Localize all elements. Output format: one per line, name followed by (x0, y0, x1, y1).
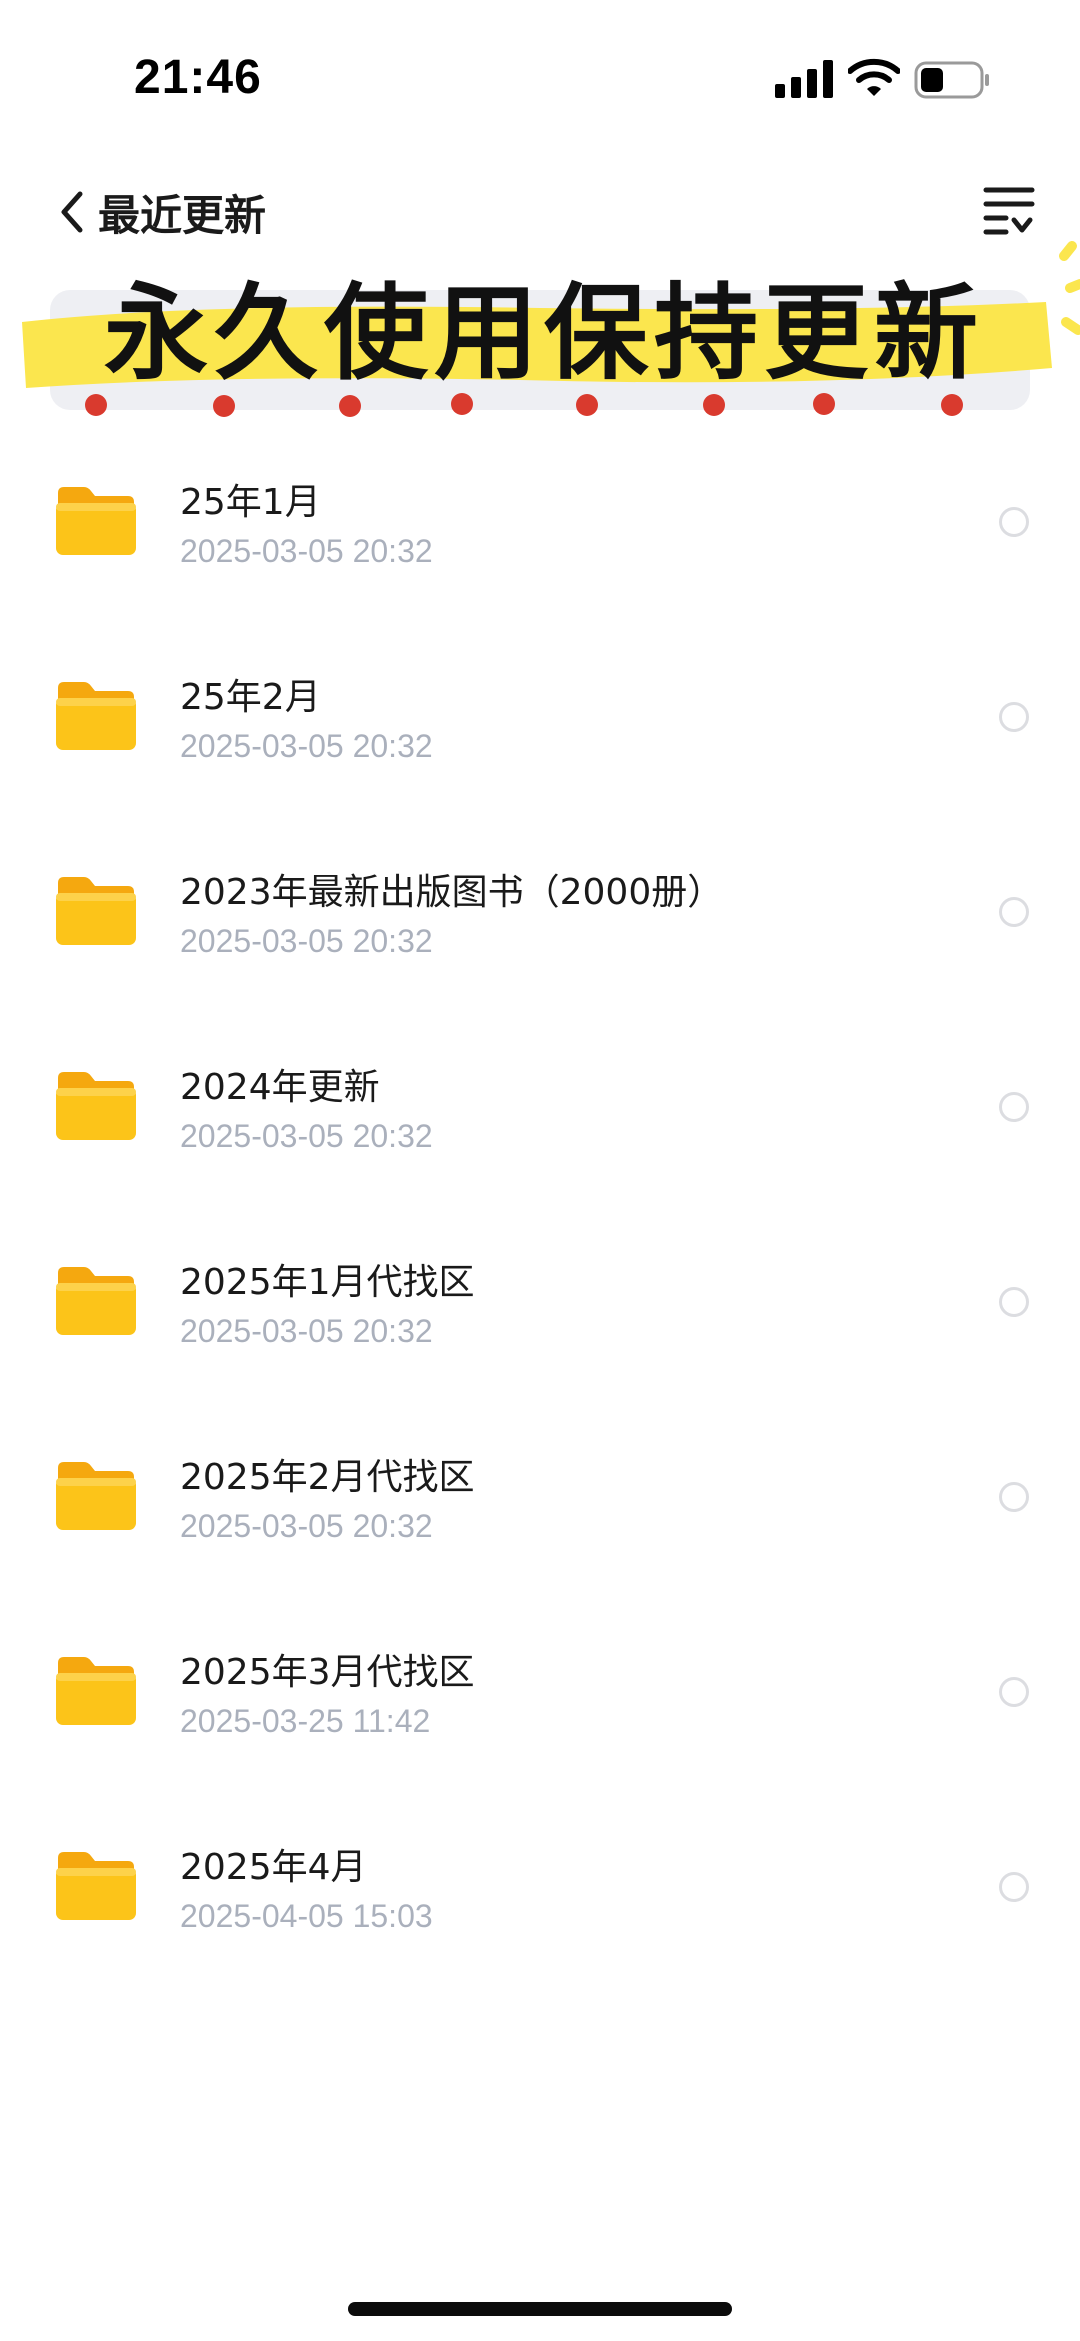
folder-name: 25年1月 (180, 482, 321, 523)
folder-name: 2024年更新 (180, 1067, 380, 1108)
page-title: 最近更新 (98, 190, 267, 240)
list-item[interactable]: 2025年2月代找区 2025-03-05 20:32 (0, 1400, 1080, 1595)
status-time: 21:46 (134, 51, 262, 104)
select-radio[interactable] (999, 1677, 1029, 1707)
select-radio[interactable] (999, 1872, 1029, 1902)
folder-date: 2025-03-05 20:32 (180, 1313, 433, 1349)
status-bar: 21:46 (0, 0, 1080, 160)
folder-icon (56, 1852, 136, 1920)
folder-icon (56, 682, 136, 750)
wifi-icon (848, 58, 900, 96)
list-menu-icon[interactable] (980, 182, 1036, 244)
folder-name: 25年2月 (180, 677, 321, 718)
folder-date: 2025-03-05 20:32 (180, 533, 433, 569)
folder-name: 2025年4月 (180, 1847, 367, 1888)
folder-date: 2025-03-05 20:32 (180, 923, 433, 959)
folder-date: 2025-04-05 15:03 (180, 1898, 433, 1934)
folder-icon (56, 877, 136, 945)
folder-name: 2025年3月代找区 (180, 1652, 475, 1693)
folder-name: 2025年1月代找区 (180, 1262, 475, 1303)
folder-date: 2025-03-05 20:32 (180, 1118, 433, 1154)
folder-icon (56, 1462, 136, 1530)
home-indicator[interactable] (348, 2302, 732, 2316)
list-item[interactable]: 25年2月 2025-03-05 20:32 (0, 620, 1080, 815)
back-button[interactable]: 最近更新 (58, 182, 266, 242)
select-radio[interactable] (999, 897, 1029, 927)
list-item[interactable]: 2023年最新出版图书（2000册） 2025-03-05 20:32 (0, 815, 1080, 1010)
folder-icon (56, 1657, 136, 1725)
select-radio[interactable] (999, 1482, 1029, 1512)
app-screen: 21:46 最近更新 永久使用保持更新 25年1月 2025-03-05 20:… (0, 0, 1080, 2341)
select-radio[interactable] (999, 507, 1029, 537)
folder-name: 2025年2月代找区 (180, 1457, 475, 1498)
folder-name: 2023年最新出版图书（2000册） (180, 872, 724, 913)
select-radio[interactable] (999, 702, 1029, 732)
cellular-signal-icon (775, 60, 833, 98)
folder-icon (56, 487, 136, 555)
list-item[interactable]: 2025年1月代找区 2025-03-05 20:32 (0, 1205, 1080, 1400)
select-radio[interactable] (999, 1287, 1029, 1317)
file-list: 25年1月 2025-03-05 20:32 25年2月 2025-03-05 20:… (0, 425, 1080, 1985)
select-radio[interactable] (999, 1092, 1029, 1122)
list-item[interactable]: 2025年4月 2025-04-05 15:03 (0, 1790, 1080, 1985)
chevron-left-icon (61, 191, 83, 233)
folder-icon (56, 1072, 136, 1140)
folder-date: 2025-03-25 11:42 (180, 1703, 431, 1739)
folder-date: 2025-03-05 20:32 (180, 728, 433, 764)
folder-icon (56, 1267, 136, 1335)
list-item[interactable]: 2025年3月代找区 2025-03-25 11:42 (0, 1595, 1080, 1790)
promo-banner: 永久使用保持更新 (0, 240, 1080, 420)
folder-date: 2025-03-05 20:32 (180, 1508, 433, 1544)
list-item[interactable]: 2024年更新 2025-03-05 20:32 (0, 1010, 1080, 1205)
battery-low-icon (914, 61, 989, 99)
banner-title: 永久使用保持更新 (103, 271, 984, 394)
list-item[interactable]: 25年1月 2025-03-05 20:32 (0, 425, 1080, 620)
